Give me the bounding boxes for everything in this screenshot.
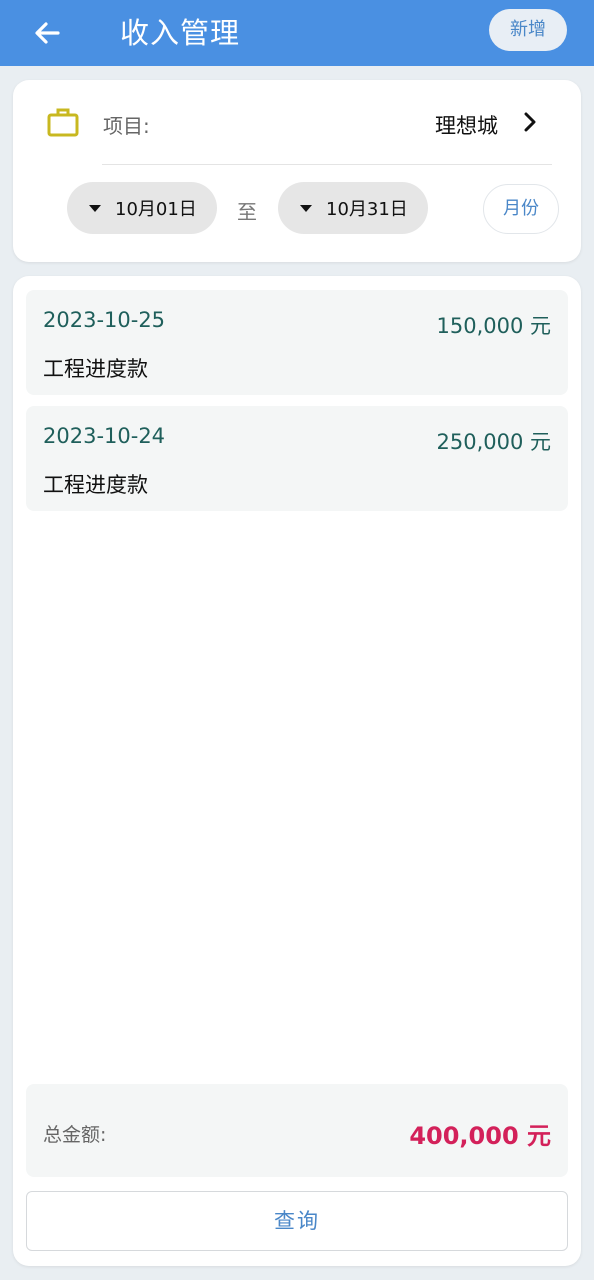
record-description: 工程进度款 [43,473,148,497]
month-button[interactable]: 月份 [483,184,559,234]
chevron-right-icon[interactable] [519,110,541,134]
record-date: 2023-10-25 [43,308,166,332]
end-date-value: 10月31日 [326,199,408,220]
filter-card: 项目: 理想城 10月01日 至 10月31日 月份 [13,80,581,262]
caret-down-icon [300,204,312,212]
record-date: 2023-10-24 [43,424,166,448]
page-title: 收入管理 [120,16,241,50]
arrow-left-icon [35,22,60,44]
list-item[interactable]: 2023-10-25 150,000 元 工程进度款 [26,290,568,395]
app-bar: 收入管理 新增 [0,0,594,66]
date-range-separator: 至 [237,200,257,224]
list-item[interactable]: 2023-10-24 250,000 元 工程进度款 [26,406,568,511]
add-button[interactable]: 新增 [489,9,567,51]
record-amount: 150,000 元 [436,314,551,338]
briefcase-icon [47,108,79,137]
project-value[interactable]: 理想城 [435,110,498,140]
start-date-picker[interactable]: 10月01日 [67,182,217,234]
records-card: 2023-10-25 150,000 元 工程进度款 2023-10-24 25… [13,276,581,1266]
total-label: 总金额: [43,1124,107,1146]
back-button[interactable] [26,12,68,54]
total-value: 400,000 元 [409,1122,551,1150]
caret-down-icon [89,204,101,212]
project-label: 项目: [103,114,150,138]
record-amount: 250,000 元 [436,430,551,454]
query-button[interactable]: 查询 [26,1191,568,1251]
total-summary: 总金额: 400,000 元 [26,1084,568,1177]
end-date-picker[interactable]: 10月31日 [278,182,428,234]
record-description: 工程进度款 [43,357,148,381]
start-date-value: 10月01日 [115,199,197,220]
divider [102,164,552,165]
